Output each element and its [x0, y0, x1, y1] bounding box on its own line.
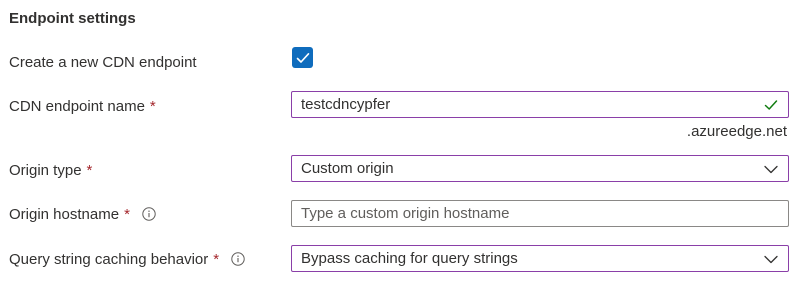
- origin-hostname-field[interactable]: [301, 205, 741, 222]
- required-marker: *: [86, 161, 93, 179]
- query-string-dropdown[interactable]: Bypass caching for query strings: [291, 245, 789, 272]
- endpoint-name-input[interactable]: testcdncypfer: [291, 91, 789, 118]
- domain-suffix: .azureedge.net: [686, 123, 787, 140]
- create-endpoint-checkbox[interactable]: [292, 47, 313, 68]
- origin-hostname-label-text: Origin hostname: [9, 205, 120, 223]
- query-string-selected: Bypass caching for query strings: [301, 250, 518, 267]
- info-icon[interactable]: [231, 252, 245, 266]
- checkmark-icon: [764, 98, 778, 112]
- required-marker: *: [124, 205, 130, 223]
- required-marker: *: [149, 97, 156, 115]
- create-endpoint-label: Create a new CDN endpoint: [9, 51, 197, 73]
- origin-type-label-text: Origin type: [9, 161, 82, 179]
- endpoint-name-value: testcdncypfer: [301, 96, 391, 113]
- origin-type-selected: Custom origin: [301, 160, 394, 177]
- query-string-label: Query string caching behavior *: [9, 248, 245, 270]
- chevron-down-icon: [764, 252, 778, 266]
- chevron-down-icon: [764, 162, 778, 176]
- checkmark-icon: [296, 52, 309, 63]
- origin-hostname-input[interactable]: [291, 200, 789, 227]
- info-icon[interactable]: [142, 207, 156, 221]
- origin-type-dropdown[interactable]: Custom origin: [291, 155, 789, 182]
- section-title: Endpoint settings: [9, 10, 136, 27]
- endpoint-name-label-text: CDN endpoint name: [9, 97, 145, 115]
- query-string-label-text: Query string caching behavior: [9, 250, 209, 268]
- endpoint-name-label: CDN endpoint name *: [9, 95, 156, 117]
- create-endpoint-label-text: Create a new CDN endpoint: [9, 53, 197, 71]
- required-marker: *: [213, 250, 220, 268]
- origin-hostname-label: Origin hostname *: [9, 203, 156, 225]
- origin-type-label: Origin type *: [9, 159, 92, 181]
